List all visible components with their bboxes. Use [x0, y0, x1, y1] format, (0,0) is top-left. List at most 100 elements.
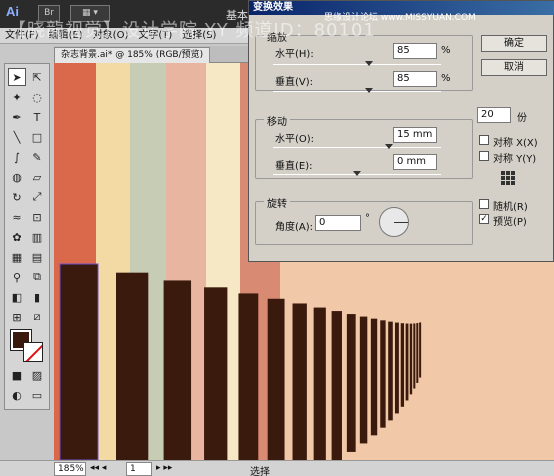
rotate-tool-icon[interactable]: ↻	[8, 188, 26, 206]
move-horizontal-input[interactable]: 15 mm	[393, 127, 437, 143]
next-artboard-icon[interactable]: ▸ ▸▸	[156, 463, 172, 473]
bar-copy[interactable]	[331, 311, 342, 460]
slider-thumb-icon[interactable]	[365, 88, 373, 93]
color-mode-icon[interactable]: ■	[8, 366, 26, 384]
zoom-field[interactable]: 185%	[54, 462, 86, 476]
reflect-x-checkbox[interactable]	[479, 135, 489, 145]
prev-artboard-icon[interactable]: ◂◂ ◂	[90, 463, 106, 473]
bar-copy[interactable]	[409, 323, 413, 395]
move-horizontal-slider[interactable]	[273, 144, 441, 149]
ref-point[interactable]	[501, 181, 505, 185]
bar-copy[interactable]	[346, 314, 356, 452]
bar-copy[interactable]	[238, 293, 259, 460]
bar-copy[interactable]	[163, 280, 192, 460]
reference-point-locator[interactable]	[501, 171, 515, 185]
magic-wand-tool-icon[interactable]: ✦	[8, 88, 26, 106]
arrange-documents-button[interactable]: ▦ ▾	[70, 5, 110, 22]
ref-point[interactable]	[506, 181, 510, 185]
tools-panel: ➤ ⇱ ✦ ◌ ✒ T ╲ □ ∫ ✎ ◍ ▱ ↻ ⤢ ≈ ⊡ ✿ ▥ ▦ ▤ …	[4, 63, 50, 410]
bar-copy[interactable]	[267, 298, 285, 460]
angle-dial-icon[interactable]	[379, 207, 409, 237]
artboard-tool-icon[interactable]: ⊞	[8, 308, 26, 326]
gradient-tool-icon[interactable]: ▤	[28, 248, 46, 266]
scale-vertical-slider[interactable]	[273, 88, 441, 93]
bar-copy[interactable]	[370, 318, 378, 436]
gradient-mode-icon[interactable]: ▨	[28, 366, 46, 384]
screen-mode-icon[interactable]: ▭	[28, 386, 46, 404]
copies-input[interactable]: 20	[477, 107, 511, 123]
free-transform-tool-icon[interactable]: ⊡	[28, 208, 46, 226]
bar-graph-tool-icon[interactable]: ▮	[28, 288, 46, 306]
slider-thumb-icon[interactable]	[385, 144, 393, 149]
pencil-tool-icon[interactable]: ✎	[28, 148, 46, 166]
slider-thumb-icon[interactable]	[365, 61, 373, 66]
slice-tool-icon[interactable]: ⧄	[28, 308, 46, 326]
rotate-angle-input[interactable]: 0	[315, 215, 361, 231]
ref-point[interactable]	[511, 181, 515, 185]
move-vertical-input[interactable]: 0 mm	[393, 154, 437, 170]
column-graph-tool-icon[interactable]: ▥	[28, 228, 46, 246]
ref-point[interactable]	[501, 171, 505, 175]
warp-tool-icon[interactable]: ≈	[8, 208, 26, 226]
lasso-tool-icon[interactable]: ◌	[28, 88, 46, 106]
live-paint-tool-icon[interactable]: ◧	[8, 288, 26, 306]
paintbrush-tool-icon[interactable]: ∫	[8, 148, 26, 166]
blend-tool-icon[interactable]: ⧉	[28, 268, 46, 286]
rectangle-tool-icon[interactable]: □	[28, 128, 46, 146]
bar-copy[interactable]	[416, 323, 419, 383]
menu-object[interactable]: 对象(O)	[88, 28, 134, 43]
blob-brush-tool-icon[interactable]: ◍	[8, 168, 26, 186]
preview-checkbox[interactable]: ✓	[479, 214, 489, 224]
menu-type[interactable]: 文字(T)	[133, 28, 177, 43]
eyedropper-tool-icon[interactable]: ⚲	[8, 268, 26, 286]
artboard-number-field[interactable]: 1	[126, 462, 152, 476]
bar-copy[interactable]	[388, 321, 393, 421]
ref-point[interactable]	[506, 171, 510, 175]
draw-mode-icon[interactable]: ◐	[8, 386, 26, 404]
mesh-tool-icon[interactable]: ▦	[8, 248, 26, 266]
cancel-button[interactable]: 取消	[481, 59, 547, 76]
menu-edit[interactable]: 编辑(E)	[44, 28, 88, 43]
bar-copy[interactable]	[419, 322, 422, 378]
scale-vertical-input[interactable]: 85	[393, 71, 437, 87]
reflect-y-checkbox[interactable]	[479, 151, 489, 161]
scale-horizontal-slider[interactable]	[273, 61, 441, 66]
scale-tool-icon[interactable]: ⤢	[28, 188, 46, 206]
bar-copy[interactable]	[292, 303, 307, 460]
bar-copy[interactable]	[400, 323, 405, 407]
stroke-color-swatch[interactable]	[23, 342, 43, 362]
ref-point[interactable]	[511, 171, 515, 175]
bar-copy[interactable]	[359, 316, 368, 444]
document-tab[interactable]: 杂志背景.ai* @ 185% (RGB/预览)	[54, 47, 211, 63]
reflect-y-label: 对称 Y(Y)	[493, 154, 537, 165]
bar-copy[interactable]	[313, 307, 326, 460]
ref-point[interactable]	[511, 176, 515, 180]
ref-point[interactable]	[506, 176, 510, 180]
reflect-x-label: 对称 X(X)	[493, 138, 538, 149]
scale-horizontal-input[interactable]: 85	[393, 43, 437, 59]
line-tool-icon[interactable]: ╲	[8, 128, 26, 146]
ok-button[interactable]: 确定	[481, 35, 547, 52]
direct-selection-tool-icon[interactable]: ⇱	[28, 68, 46, 86]
original-bar[interactable]	[59, 263, 99, 460]
bar-copy[interactable]	[405, 323, 409, 401]
bar-copy[interactable]	[116, 272, 149, 460]
menu-select[interactable]: 选择(S)	[177, 28, 221, 43]
slider-thumb-icon[interactable]	[353, 171, 361, 176]
bar-copy[interactable]	[204, 287, 228, 460]
bar-copy[interactable]	[394, 322, 399, 414]
random-checkbox[interactable]	[479, 199, 489, 209]
scale-vertical-label: 垂直(V):	[275, 77, 314, 88]
move-vertical-slider[interactable]	[273, 171, 441, 176]
bar-copy[interactable]	[380, 320, 386, 428]
menu-file[interactable]: 文件(F)	[0, 28, 44, 43]
pen-tool-icon[interactable]: ✒	[8, 108, 26, 126]
ref-point[interactable]	[501, 176, 505, 180]
type-tool-icon[interactable]: T	[28, 108, 46, 126]
symbol-sprayer-tool-icon[interactable]: ✿	[8, 228, 26, 246]
eraser-tool-icon[interactable]: ▱	[28, 168, 46, 186]
random-label: 随机(R)	[493, 202, 528, 213]
selection-tool-icon[interactable]: ➤	[8, 68, 26, 86]
bar-copy[interactable]	[413, 323, 416, 389]
bridge-button[interactable]: Br	[38, 5, 60, 22]
